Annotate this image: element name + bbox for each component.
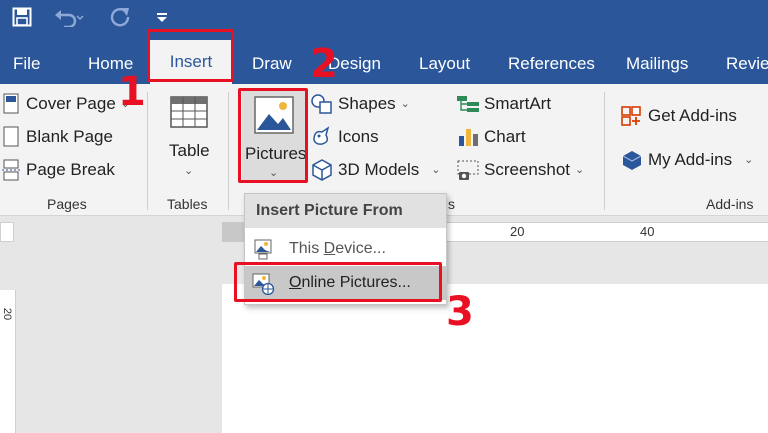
tab-file[interactable]: File xyxy=(13,52,40,76)
screenshot-button[interactable]: Screenshot ⌄ xyxy=(456,159,584,181)
icons-icon xyxy=(310,126,334,148)
customize-qat-icon[interactable] xyxy=(152,4,172,30)
ruler-label: 20 xyxy=(510,224,525,239)
icons-label: Icons xyxy=(338,127,379,146)
redo-icon[interactable] xyxy=(106,4,134,30)
tab-draw[interactable]: Draw xyxy=(252,52,292,76)
shapes-button[interactable]: Shapes ⌄ xyxy=(310,93,410,115)
smartart-label: SmartArt xyxy=(484,94,552,113)
pages-group-label: Pages xyxy=(47,196,87,212)
page-break-label: Page Break xyxy=(26,160,115,179)
ruler-label: 20 xyxy=(1,307,14,321)
pictures-highlight xyxy=(238,88,308,183)
chevron-down-icon: ⌄ xyxy=(400,98,410,110)
table-label: Table xyxy=(169,141,210,160)
tab-layout[interactable]: Layout xyxy=(419,52,470,76)
get-add-ins-button[interactable]: Get Add-ins xyxy=(620,105,737,127)
tab-mailings[interactable]: Mailings xyxy=(626,52,688,76)
this-device-label: This Device... xyxy=(289,240,386,257)
group-divider xyxy=(147,92,148,210)
screenshot-icon xyxy=(456,159,480,181)
chevron-down-icon: ⌄ xyxy=(431,164,441,176)
chevron-down-icon: ⌄ xyxy=(575,164,585,176)
cover-page-icon xyxy=(0,93,22,115)
page-break-button[interactable]: Page Break xyxy=(0,159,115,181)
add-ins-icon xyxy=(620,149,644,171)
insert-tab-highlight xyxy=(147,29,234,82)
group-divider xyxy=(604,92,605,210)
tab-references[interactable]: References xyxy=(508,52,595,76)
undo-icon[interactable] xyxy=(50,4,88,30)
online-pictures-highlight xyxy=(234,262,442,302)
add-ins-group-label: Add-ins xyxy=(706,196,754,212)
cube-icon xyxy=(310,159,334,181)
shapes-label: Shapes xyxy=(338,94,396,113)
store-icon xyxy=(620,105,644,127)
group-divider xyxy=(228,92,229,210)
illustrations-group-label: s xyxy=(448,196,455,212)
cover-page-button[interactable]: Cover Page ⌄ xyxy=(0,93,130,115)
ruler-label: 40 xyxy=(640,224,655,239)
step-1-label: 1 xyxy=(118,69,146,115)
table-icon xyxy=(170,96,208,133)
vertical-ruler[interactable]: 20 xyxy=(0,290,16,433)
cover-page-label: Cover Page xyxy=(26,94,116,113)
my-add-ins-label: My Add-ins xyxy=(648,150,733,169)
tab-review[interactable]: Revie xyxy=(726,52,768,76)
3d-models-label: 3D Models xyxy=(338,160,420,179)
chart-button[interactable]: Chart xyxy=(456,126,526,148)
screenshot-label: Screenshot xyxy=(484,160,570,179)
table-button[interactable]: Table ⌄ xyxy=(160,92,218,192)
step-2-label: 2 xyxy=(310,41,338,87)
tables-group-label: Tables xyxy=(167,196,208,212)
smartart-icon xyxy=(456,93,480,115)
chevron-down-icon: ⌄ xyxy=(744,154,754,166)
shapes-icon xyxy=(310,93,334,115)
document-page[interactable] xyxy=(222,284,768,433)
page-break-icon xyxy=(0,159,22,181)
this-device-item[interactable]: This Device... xyxy=(245,232,446,266)
chart-label: Chart xyxy=(484,127,526,146)
ribbon-tabs: File Home Insert Draw Design Layout Refe… xyxy=(0,36,768,84)
3d-models-button[interactable]: 3D Models ⌄ xyxy=(310,159,440,181)
blank-page-label: Blank Page xyxy=(26,127,113,146)
word-window: File Home Insert Draw Design Layout Refe… xyxy=(0,0,768,433)
menu-header: Insert Picture From xyxy=(245,194,446,228)
save-icon[interactable] xyxy=(8,4,36,30)
chevron-down-icon: ⌄ xyxy=(184,165,194,177)
smartart-button[interactable]: SmartArt xyxy=(456,93,551,115)
chart-icon xyxy=(456,126,480,148)
blank-page-icon xyxy=(0,126,22,148)
get-add-ins-label: Get Add-ins xyxy=(648,106,737,125)
my-add-ins-button[interactable]: My Add-ins ⌄ xyxy=(620,149,753,171)
blank-page-button[interactable]: Blank Page xyxy=(0,126,113,148)
tab-selector[interactable] xyxy=(0,222,14,242)
icons-button[interactable]: Icons xyxy=(310,126,379,148)
title-bar xyxy=(0,0,768,36)
step-3-label: 3 xyxy=(446,289,474,335)
